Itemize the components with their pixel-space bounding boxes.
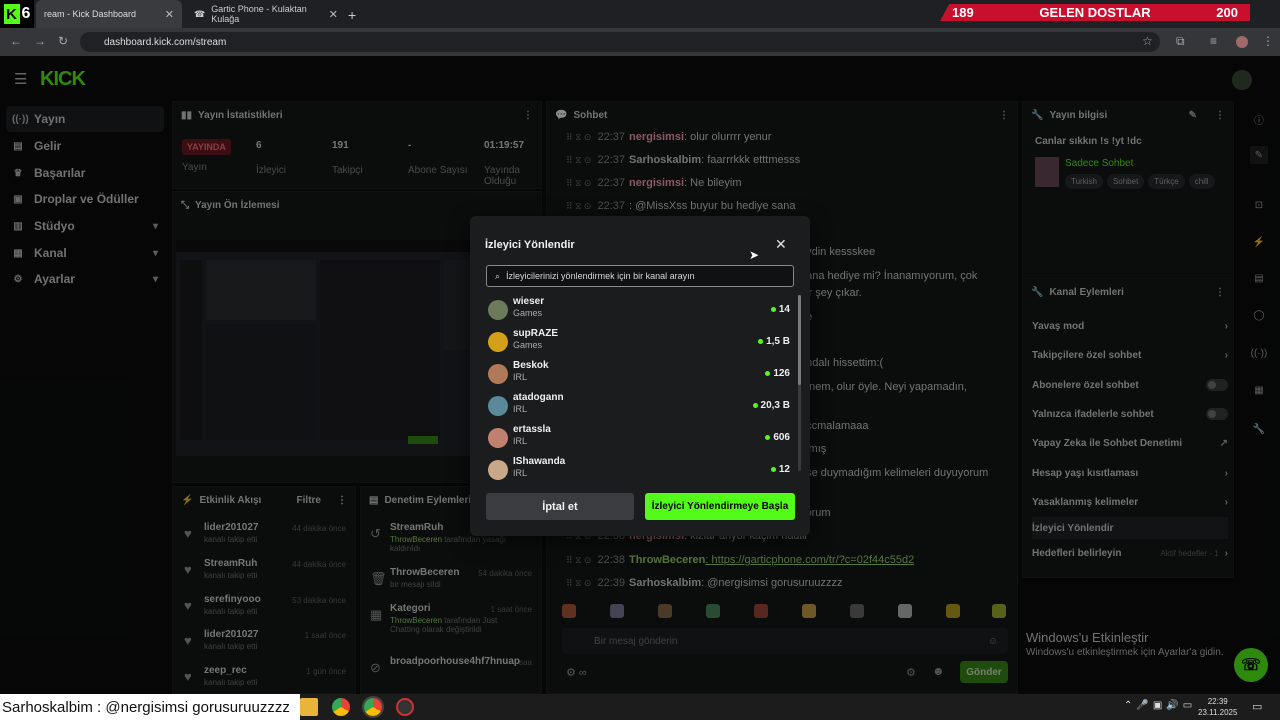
channel-name: atadogann [513, 392, 564, 403]
channel-avatar [488, 300, 508, 320]
channel-category: Games [513, 308, 543, 318]
channel-name: Beskok [513, 360, 549, 371]
channel-option[interactable]: Beskok IRL 126 [488, 360, 794, 390]
close-icon[interactable]: ✕ [775, 236, 787, 253]
new-tab-icon[interactable]: + [348, 7, 356, 23]
channel-category: Games [513, 340, 543, 350]
channel-category: IRL [513, 404, 528, 414]
badge-number: 6 [21, 5, 31, 22]
banner-title: GELEN DOSTLAR [1039, 5, 1151, 20]
chrome-icon[interactable] [332, 698, 350, 716]
channel-option[interactable]: ertassla IRL 606 [488, 424, 794, 454]
channel-name: ertassla [513, 424, 551, 435]
clock-date: 23.11.2025 [1198, 708, 1238, 717]
channel-option[interactable]: atadogann IRL 20,3 B [488, 392, 794, 422]
close-icon[interactable]: ✕ [165, 8, 174, 21]
extensions-icon[interactable]: ⧉ [1176, 34, 1185, 49]
overlay-banner: 189 GELEN DOSTLAR 200 [940, 4, 1250, 21]
clock-time: 22:39 [1207, 697, 1228, 706]
channel-viewers: 20,3 B [753, 400, 790, 411]
channel-viewers: 606 [765, 432, 790, 443]
reload-icon[interactable]: ↻ [58, 34, 68, 48]
folder-icon[interactable] [300, 698, 318, 716]
tab-title: Gartic Phone - Kulaktan Kulağa [211, 4, 307, 24]
channel-viewers: 126 [765, 368, 790, 379]
channel-option[interactable]: IShawanda IRL 12 [488, 456, 794, 486]
url-field[interactable]: dashboard.kick.com/stream [80, 32, 1160, 52]
close-icon[interactable]: ✕ [329, 8, 338, 21]
banner-left-count: 189 [952, 5, 974, 20]
forward-icon[interactable]: → [34, 34, 46, 48]
cancel-button[interactable]: İptal et [486, 493, 634, 520]
search-icon: ⌕ [495, 270, 501, 281]
channel-option[interactable]: supRAZE Games 1,5 B [488, 328, 794, 358]
channel-avatar [488, 460, 508, 480]
notification-icon[interactable]: ▭ [1252, 700, 1262, 713]
kick-badge: K 6 [0, 0, 34, 28]
phone-icon: ☎ [194, 8, 206, 19]
banner-right-count: 200 [1216, 5, 1238, 20]
profile-avatar[interactable] [1236, 36, 1248, 48]
channel-name: supRAZE [513, 328, 558, 339]
tab-title: ream - Kick Dashboard [44, 9, 137, 19]
chrome-icon[interactable] [362, 696, 384, 718]
start-host-button[interactable]: İzleyici Yönlendirmeye Başla [645, 493, 795, 520]
channel-viewers: 14 [771, 304, 790, 315]
taskbar-clock[interactable]: 22:39 23.11.2025 [1198, 696, 1237, 718]
back-icon[interactable]: ← [10, 34, 22, 48]
channel-name: wieser [513, 296, 545, 307]
channel-viewers: 1,5 B [758, 336, 790, 347]
menu-dots-icon[interactable]: ⋮ [1262, 34, 1274, 48]
channel-avatar [488, 428, 508, 448]
channel-category: IRL [513, 436, 528, 446]
mouse-cursor-icon: ➤ [749, 248, 760, 262]
channel-category: IRL [513, 468, 528, 478]
channel-avatar [488, 396, 508, 416]
obs-icon[interactable] [396, 698, 414, 716]
channel-search-input[interactable]: ⌕ İzleyicilerinizi yönlendirmek için bir… [486, 265, 794, 287]
media-icon[interactable]: ≡ [1210, 34, 1217, 48]
url-text: dashboard.kick.com/stream [104, 36, 227, 48]
channel-viewers: 12 [771, 464, 790, 475]
channel-avatar [488, 332, 508, 352]
bookmark-star-icon[interactable]: ☆ [1142, 34, 1153, 48]
channel-category: IRL [513, 372, 528, 382]
system-tray[interactable]: ⌃🎤▣🔊▭ [1124, 700, 1196, 711]
kick-k-icon: K [3, 4, 20, 24]
chat-ticker-overlay: Sarhoskalbim : @nergisimsi gorusuruuzzzz [0, 694, 300, 720]
channel-name: IShawanda [513, 456, 566, 467]
browser-tab-gartic[interactable]: ☎ Gartic Phone - Kulaktan Kulağa ✕ [186, 0, 346, 28]
channel-avatar [488, 364, 508, 384]
scrollbar-thumb[interactable] [798, 295, 801, 385]
search-placeholder: İzleyicilerinizi yönlendirmek için bir k… [506, 271, 695, 281]
channel-option[interactable]: wieser Games 14 [488, 296, 794, 326]
browser-tab-dashboard[interactable]: ream - Kick Dashboard ✕ [36, 0, 182, 28]
modal-title: İzleyici Yönlendir [485, 239, 575, 251]
